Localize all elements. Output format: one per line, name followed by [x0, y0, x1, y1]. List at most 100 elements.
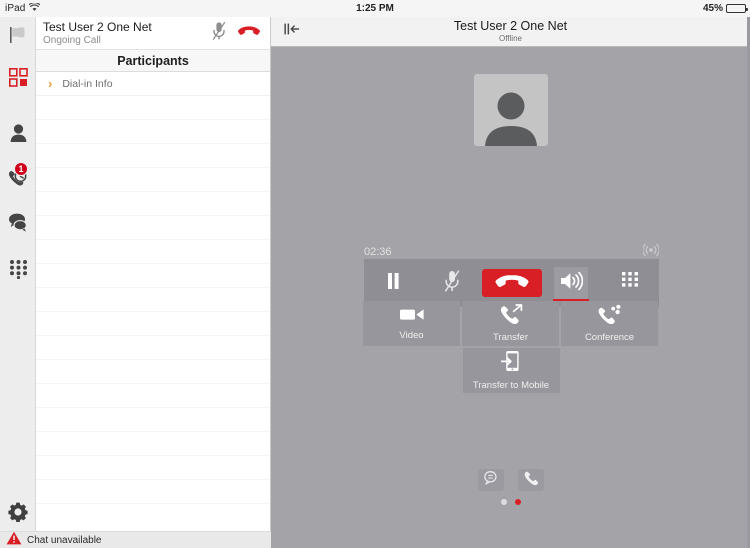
- list-item: [36, 312, 270, 336]
- call-history-icon: 1: [7, 162, 29, 190]
- panel-header: Test User 2 One Net Ongoing Call: [36, 17, 270, 49]
- chat-bubble-icon: [483, 470, 498, 490]
- list-item: [36, 216, 270, 240]
- list-item: [36, 192, 270, 216]
- battery-percent-label: 45%: [702, 3, 723, 14]
- gear-icon: [7, 501, 29, 528]
- ios-status-bar: iPad 1:25 PM 45%: [0, 0, 750, 17]
- panel-call-status: Ongoing Call: [43, 34, 101, 46]
- list-item: [36, 144, 270, 168]
- conference-call-icon: [597, 304, 623, 329]
- video-button-label: Video: [399, 329, 424, 341]
- chat-status-text: Chat unavailable: [27, 534, 102, 546]
- collapse-panel-button[interactable]: [283, 21, 303, 42]
- stage-dock: [271, 469, 750, 505]
- stage-subtitle: Offline: [499, 34, 522, 43]
- dialpad-icon: [9, 259, 28, 284]
- list-item: [36, 480, 270, 504]
- call-actions-grid: Video Transfer Conference Transfer to Mo…: [363, 301, 659, 393]
- sidebar-item-contacts[interactable]: [0, 117, 36, 153]
- list-item: [36, 432, 270, 456]
- sidebar-item-flag[interactable]: [0, 19, 36, 55]
- mute-button[interactable]: [423, 259, 482, 307]
- transfer-button[interactable]: Transfer: [462, 301, 559, 346]
- collapse-panel-icon: [283, 21, 303, 42]
- dialpad-icon: [621, 271, 639, 295]
- sidebar-item-dashboard[interactable]: [0, 62, 36, 98]
- avatar-placeholder-icon: [485, 92, 537, 146]
- list-item: [36, 456, 270, 480]
- phone-handset-icon: [523, 470, 539, 491]
- app-root: iPad 1:25 PM 45% 1 Test User 2 One Net O…: [0, 0, 750, 548]
- call-stage: Test User 2 One Net Offline 02:36 Video …: [271, 17, 750, 548]
- call-actions-row-2: Transfer to Mobile: [363, 348, 659, 393]
- panel-caller-name: Test User 2 One Net: [43, 19, 152, 34]
- page-dot-active[interactable]: [514, 499, 521, 505]
- pause-icon: [385, 271, 401, 296]
- participants-section-title: Participants: [36, 49, 270, 72]
- call-tab-button[interactable]: [517, 469, 544, 491]
- contacts-icon: [9, 123, 28, 148]
- list-item: [36, 96, 270, 120]
- video-button[interactable]: Video: [363, 301, 460, 346]
- chat-tab-button[interactable]: [477, 469, 504, 491]
- conference-button-label: Conference: [584, 332, 635, 343]
- panel-header-text: Test User 2 One Net Ongoing Call: [43, 20, 204, 47]
- page-indicator-dots: [500, 499, 521, 505]
- conference-button[interactable]: Conference: [561, 301, 658, 346]
- panel-hangup-button[interactable]: [234, 19, 264, 47]
- list-item: [36, 240, 270, 264]
- transfer-button-label: Transfer: [492, 332, 529, 343]
- panel-mute-button[interactable]: [204, 19, 234, 47]
- stage-navbar: Test User 2 One Net Offline: [271, 17, 750, 47]
- hangup-button-surface[interactable]: [481, 269, 542, 297]
- grid-icon: [8, 68, 28, 92]
- list-item: [36, 264, 270, 288]
- sidebar-item-dialpad[interactable]: [0, 253, 36, 289]
- mobile-transfer-icon: [500, 350, 521, 377]
- dialpad-button[interactable]: [600, 259, 659, 307]
- page-dot[interactable]: [500, 499, 507, 505]
- stage-title: Test User 2 One Net: [453, 19, 568, 33]
- list-item-dial-in-info[interactable]: › Dial-in Info: [36, 72, 270, 96]
- status-bar-right: 45%: [702, 3, 748, 14]
- call-control-bar: [364, 259, 659, 307]
- transfer-to-mobile-button[interactable]: Transfer to Mobile: [462, 348, 560, 393]
- list-item: [36, 408, 270, 432]
- list-item: [36, 168, 270, 192]
- list-item: [36, 336, 270, 360]
- transfer-to-mobile-button-label: Transfer to Mobile: [472, 380, 550, 391]
- chat-icon: [7, 213, 29, 237]
- status-bar-clock: 1:25 PM: [356, 3, 394, 14]
- dock-buttons: [477, 469, 544, 491]
- list-item-label: Dial-in Info: [62, 77, 113, 90]
- list-item: [36, 360, 270, 384]
- speaker-icon: [559, 271, 584, 296]
- hangup-button[interactable]: [481, 259, 542, 307]
- microphone-muted-icon: [443, 269, 461, 298]
- list-item: [36, 384, 270, 408]
- speaker-button-surface[interactable]: [553, 267, 588, 299]
- hold-button[interactable]: [364, 259, 423, 307]
- call-transfer-icon: [499, 304, 523, 329]
- hangup-icon: [494, 272, 530, 295]
- call-actions-row-1: Video Transfer Conference: [363, 301, 659, 346]
- speaker-button[interactable]: [542, 259, 601, 307]
- sidebar-rail: 1: [0, 17, 36, 548]
- microphone-muted-icon: [211, 21, 227, 46]
- sidebar-item-history[interactable]: 1: [0, 161, 36, 197]
- call-timer: 02:36: [364, 246, 392, 258]
- sidebar-item-settings[interactable]: [0, 497, 36, 531]
- participants-list: › Dial-in Info: [36, 72, 270, 504]
- avatar: [474, 74, 548, 146]
- chevron-right-icon: ›: [48, 76, 53, 91]
- hangup-icon: [237, 24, 261, 43]
- history-badge: 1: [14, 162, 28, 176]
- flag-icon: [8, 26, 28, 49]
- chat-status-bar: Chat unavailable: [0, 531, 271, 548]
- video-camera-icon: [399, 307, 425, 327]
- warning-triangle-icon: [6, 531, 22, 548]
- sidebar-item-chat[interactable]: [0, 207, 36, 243]
- list-item: [36, 120, 270, 144]
- list-item: [36, 288, 270, 312]
